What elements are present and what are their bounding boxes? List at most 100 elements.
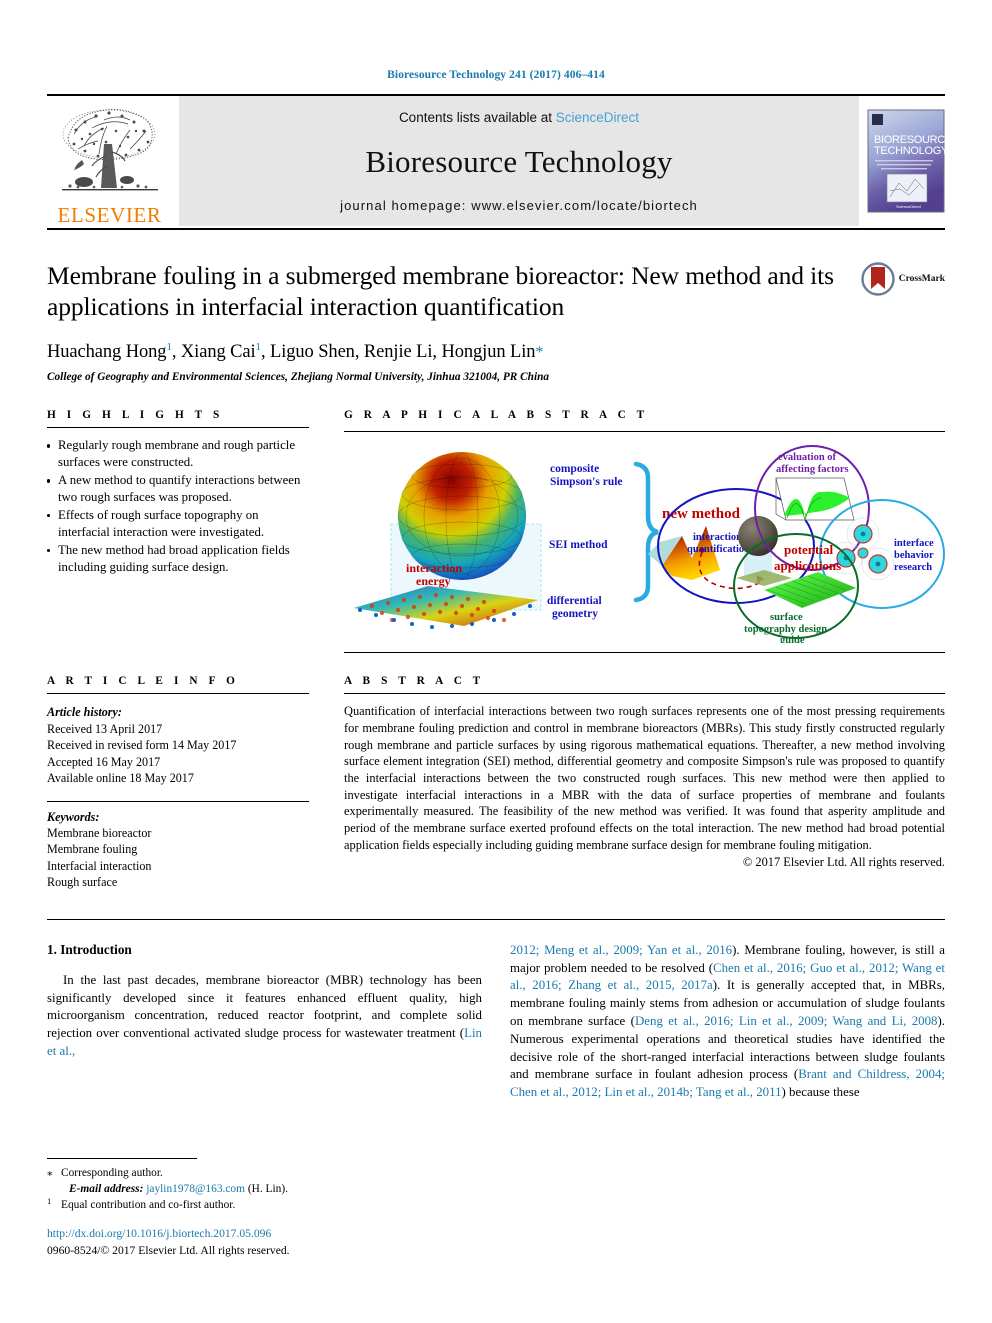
footnote-equal-contribution: 1 Equal contribution and co-first author.	[47, 1196, 477, 1213]
history-item: Available online 18 May 2017	[47, 771, 194, 786]
author-2: Xiang Cai	[180, 342, 256, 363]
svg-text:new method: new method	[662, 506, 741, 522]
corresponding-author-marker: *	[535, 344, 544, 362]
title-block: Membrane fouling in a submerged membrane…	[47, 260, 945, 383]
svg-text:energy: energy	[416, 574, 451, 588]
author-4: Renjie Li	[363, 342, 433, 363]
body-column-left: 1. Introduction In the last past decades…	[47, 942, 482, 1102]
list-item: A new method to quantify interactions be…	[47, 472, 309, 506]
svg-text:affecting factors: affecting factors	[776, 464, 849, 475]
article-page: Bioresource Technology 241 (2017) 406–41…	[0, 0, 992, 1323]
email-label: E-mail address:	[69, 1183, 144, 1196]
highlights-heading: H I G H L I G H T S	[47, 409, 224, 422]
footnote-marker-one: 1	[47, 1196, 52, 1207]
article-history-label: Article history:	[47, 705, 122, 720]
intro-text-5: ) because these	[781, 1085, 860, 1100]
journal-homepage[interactable]: journal homepage: www.elsevier.com/locat…	[340, 198, 698, 213]
list-item: Regularly rough membrane and rough parti…	[47, 437, 309, 471]
introduction-section: 1. Introduction In the last past decades…	[47, 942, 945, 1102]
highlights-graphical-row: H I G H L I G H T S Regularly rough memb…	[47, 409, 945, 654]
graphical-abstract-svg: composite Simpson's rule SEI method inte…	[354, 445, 945, 646]
copyright-line: © 2017 Elsevier Ltd. All rights reserved…	[742, 855, 945, 870]
page-title: Membrane fouling in a submerged membrane…	[47, 261, 834, 322]
keyword-item: Membrane fouling	[47, 842, 138, 857]
svg-text:ScienceDirect: ScienceDirect	[896, 204, 922, 209]
svg-text:composite: composite	[550, 463, 599, 475]
info-abstract-row: A R T I C L E I N F O Article history: R…	[47, 675, 945, 890]
highlights-column: H I G H L I G H T S Regularly rough memb…	[47, 409, 309, 653]
author-5: Hongjun Lin	[441, 342, 536, 363]
svg-text:interface: interface	[894, 538, 934, 549]
doi-link[interactable]: http://dx.doi.org/10.1016/j.biortech.201…	[47, 1226, 290, 1243]
svg-text:SEI method: SEI method	[549, 539, 608, 551]
abstract-text: Quantification of interfacial interactio…	[344, 704, 945, 852]
svg-text:applications: applications	[774, 558, 841, 573]
author-1: Huachang Hong	[47, 342, 167, 363]
graphical-abstract-figure: composite Simpson's rule SEI method inte…	[344, 431, 945, 654]
citation-link[interactable]: 2012; Meng et al., 2009; Yan et al., 201…	[510, 943, 732, 957]
svg-text:topography design: topography design	[744, 624, 827, 635]
list-item: Effects of rough surface topography on i…	[47, 507, 309, 541]
svg-text:Simpson's rule: Simpson's rule	[550, 476, 623, 488]
svg-text:TECHNOLOGY: TECHNOLOGY	[874, 145, 945, 157]
author-2-sup: 1	[255, 341, 262, 354]
affiliation: College of Geography and Environmental S…	[47, 371, 550, 384]
svg-text:geometry: geometry	[552, 608, 598, 620]
doi-block: http://dx.doi.org/10.1016/j.biortech.201…	[47, 1226, 290, 1260]
svg-text:research: research	[894, 562, 932, 573]
header-bottom-rule	[47, 228, 945, 230]
svg-text:differential: differential	[547, 595, 602, 607]
article-history: Article history: Received 13 April 2017 …	[47, 704, 309, 786]
intro-paragraph-right: 2012; Meng et al., 2009; Yan et al., 201…	[510, 942, 945, 1102]
author-list: Huachang Hong1, Xiang Cai1, Liguo Shen, …	[47, 341, 544, 363]
svg-text:potential: potential	[784, 542, 834, 557]
highlights-list: Regularly rough membrane and rough parti…	[47, 437, 309, 575]
abstract-rule	[344, 693, 945, 695]
footnote-marker-star: ⁎	[47, 1167, 53, 1179]
author-3: Liguo Shen	[270, 342, 355, 363]
highlights-rule	[47, 427, 309, 429]
email-suffix: (H. Lin).	[247, 1183, 289, 1196]
email-link[interactable]: jaylin1978@163.com	[146, 1183, 245, 1195]
contents-available-line: Contents lists available at ScienceDirec…	[399, 110, 639, 125]
footnote-corresponding-text: Corresponding author.	[61, 1167, 163, 1179]
journal-header-center: Contents lists available at ScienceDirec…	[179, 96, 859, 226]
svg-text:evaluation of: evaluation of	[778, 452, 837, 463]
sciencedirect-link[interactable]: ScienceDirect	[556, 110, 639, 125]
elsevier-wordmark: ELSEVIER	[57, 203, 162, 227]
article-info-rule	[47, 693, 309, 695]
graphical-abstract-column: G R A P H I C A L A B S T R A C T compos…	[344, 409, 945, 654]
crossmark-badge[interactable]: CrossMark	[849, 260, 945, 296]
abstract-heading: A B S T R A C T	[344, 675, 485, 688]
graphical-abstract-heading: G R A P H I C A L A B S T R A C T	[344, 409, 649, 422]
history-item: Received in revised form 14 May 2017	[47, 738, 237, 753]
abstract-column: A B S T R A C T Quantification of interf…	[344, 675, 945, 890]
footnote-corresponding: ⁎ Corresponding author.	[47, 1165, 477, 1181]
section-heading-introduction: 1. Introduction	[47, 941, 132, 957]
journal-header-band: ELSEVIER Contents lists available at Sci…	[47, 96, 945, 226]
keyword-item: Rough surface	[47, 875, 118, 890]
svg-text:guide: guide	[780, 635, 805, 643]
contents-prefix: Contents lists available at	[398, 110, 556, 125]
intro-paragraph-left: In the last past decades, membrane biore…	[47, 972, 482, 1061]
svg-text:behavior: behavior	[894, 550, 934, 561]
history-item: Received 13 April 2017	[47, 721, 163, 736]
svg-text:interaction: interaction	[406, 561, 462, 575]
running-head: Bioresource Technology 241 (2017) 406–41…	[387, 69, 605, 81]
crossmark-icon	[861, 262, 895, 296]
article-info-heading: A R T I C L E I N F O	[47, 675, 239, 688]
keywords-rule	[47, 800, 309, 802]
elsevier-logo: ELSEVIER	[47, 96, 172, 226]
footnote-email: E-mail address: jaylin1978@163.com (H. L…	[47, 1181, 477, 1197]
keywords-label: Keywords:	[47, 809, 100, 824]
citation-link[interactable]: Deng et al., 2016; Lin et al., 2009; Wan…	[635, 1014, 938, 1028]
journal-cover-thumbnail: BIORESOURCE TECHNOLOGY ScienceDirect	[867, 96, 945, 226]
author-1-sup: 1	[166, 341, 172, 354]
footnote-equal-text: Equal contribution and co-first author.	[61, 1199, 236, 1212]
body-column-right: 2012; Meng et al., 2009; Yan et al., 201…	[510, 942, 945, 1102]
footnote-rule	[47, 1158, 197, 1159]
body-separator-rule	[47, 918, 945, 920]
issn-copyright-line: 0960-8524/© 2017 Elsevier Ltd. All right…	[47, 1243, 290, 1257]
footnotes: ⁎ Corresponding author. E-mail address: j…	[47, 1158, 477, 1214]
keywords-block: Keywords: Membrane bioreactor Membrane f…	[47, 809, 309, 891]
